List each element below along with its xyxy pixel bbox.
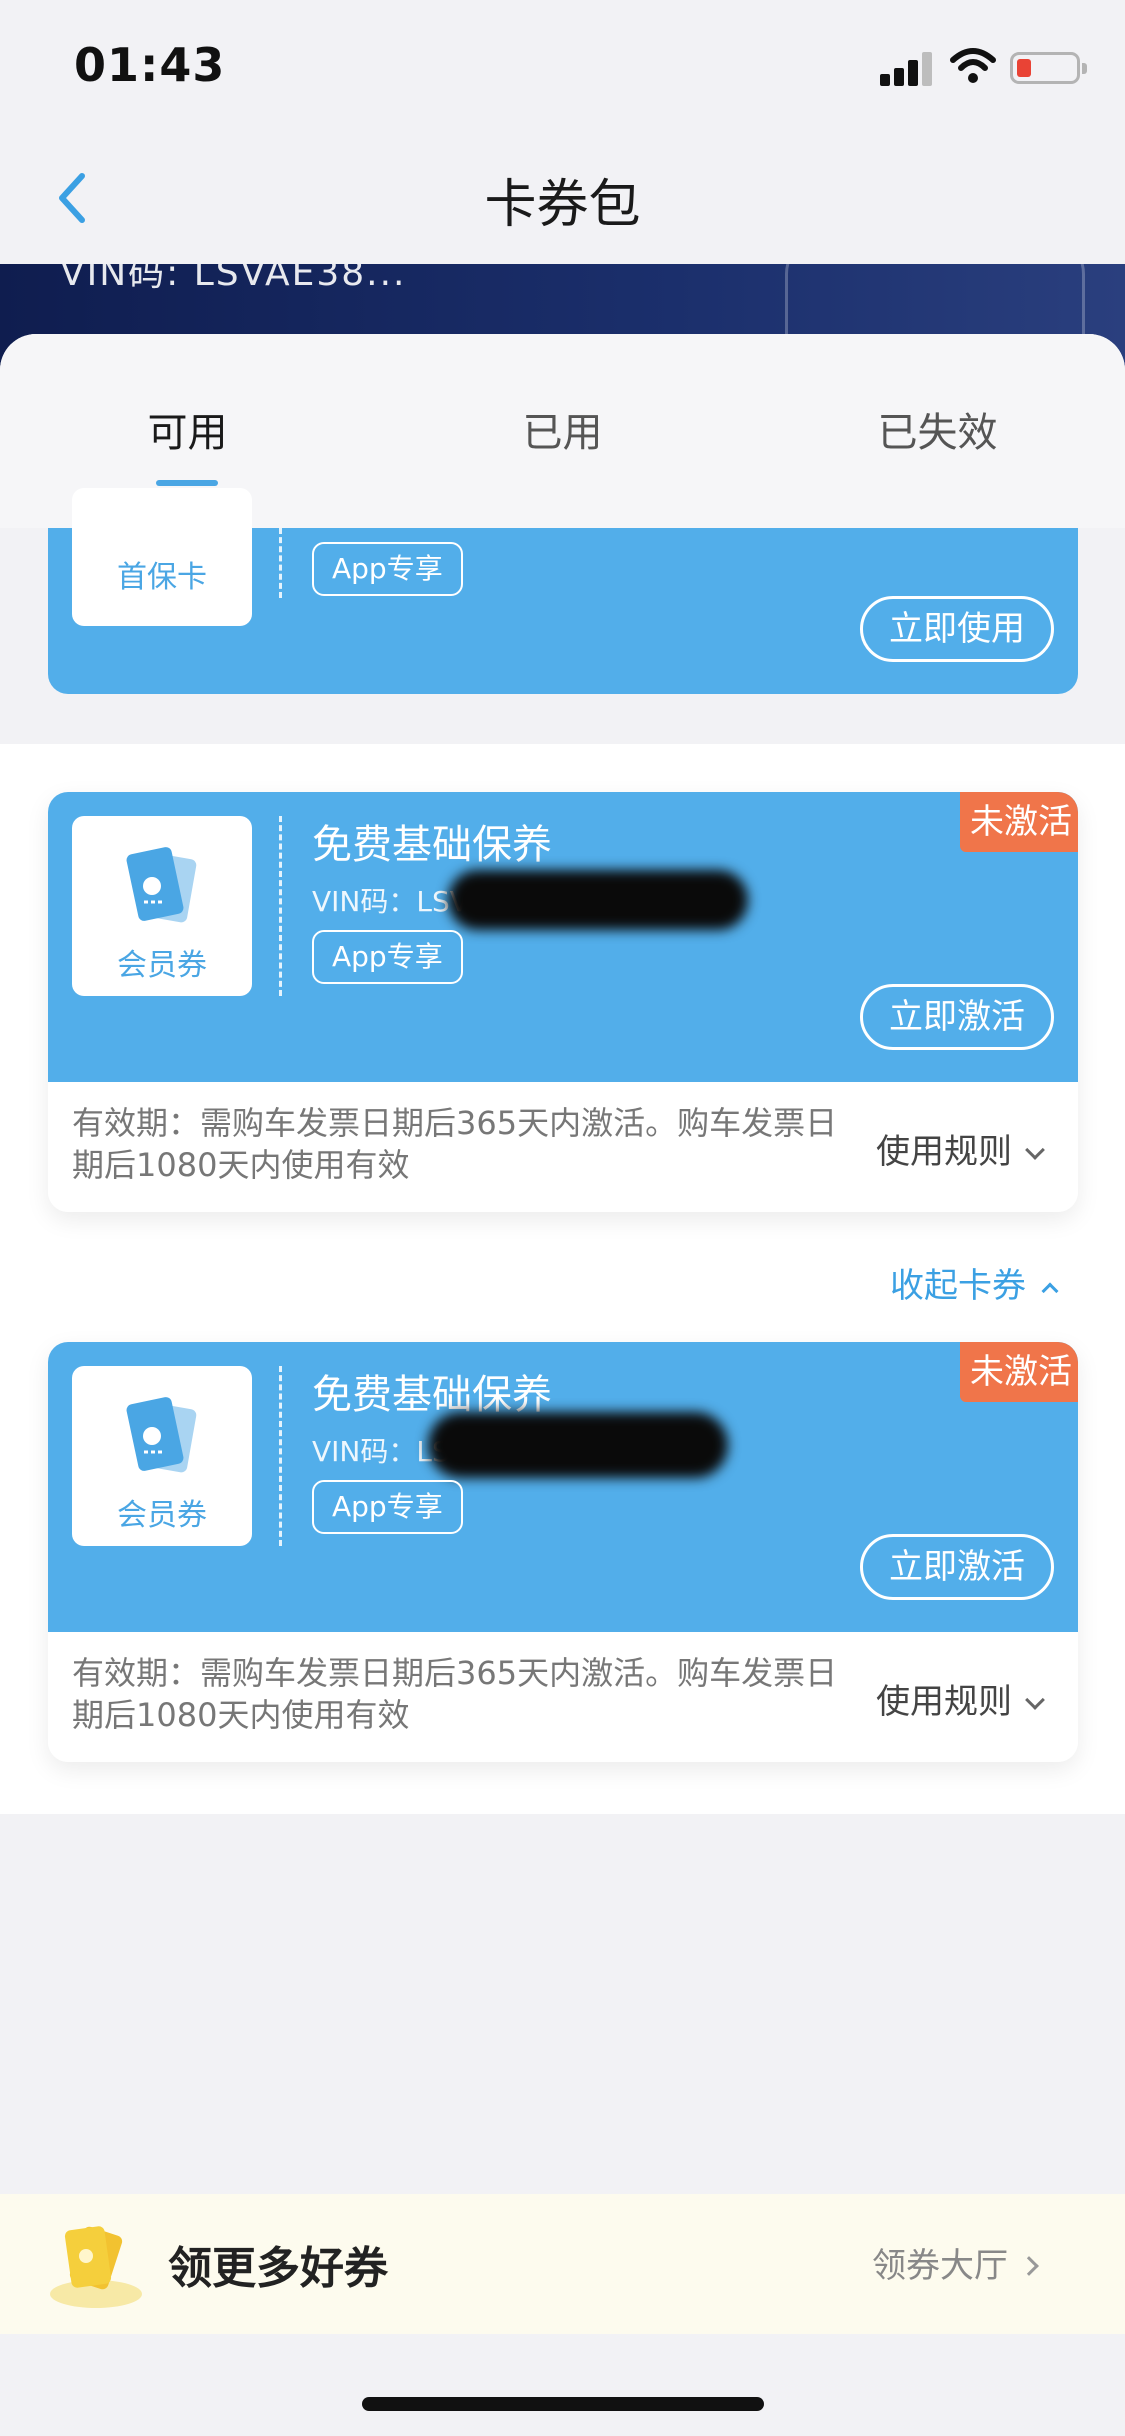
ticket-icon: [126, 847, 197, 923]
status-badge: 未激活: [960, 1342, 1078, 1402]
redaction-mark: [428, 1412, 728, 1478]
collapse-coupons-link[interactable]: 收起卡券: [890, 1258, 1059, 1307]
coupon-card-footer: 有效期：需购车发票日期后365天内激活。购车发票日期后1080天内使用有效 使用…: [48, 1632, 1078, 1762]
wifi-icon: [950, 48, 996, 83]
chevron-down-icon: [1025, 1690, 1045, 1710]
tab-expired[interactable]: 已失效: [750, 400, 1125, 458]
activate-now-button[interactable]: 立即激活: [860, 984, 1054, 1050]
coupon-card[interactable]: 未激活 会员券 免费基础保养 VIN码：LSVA App专享 立即激活 有效期：…: [48, 792, 1078, 1212]
tab-indicator: [156, 480, 218, 486]
usage-rules-label: 使用规则: [876, 1682, 1012, 1722]
coupon-card-footer: 有效期：需购车发票日期后365天内激活。购车发票日期后1080天内使用有效 使用…: [48, 1082, 1078, 1212]
coupon-icon: [50, 2226, 142, 2308]
usage-rules-label: 使用规则: [876, 1132, 1012, 1172]
coupon-icon-box: 首保卡: [72, 488, 252, 626]
validity-text: 有效期：需购车发票日期后365天内激活。购车发票日期后1080天内使用有效: [72, 1104, 838, 1184]
dashed-divider: [279, 1366, 282, 1546]
coupon-card-partial[interactable]: 首保卡 App专享 立即使用: [48, 488, 1078, 694]
coupon-hall-link[interactable]: 领券大厅: [872, 2238, 1039, 2287]
collapse-label: 收起卡券: [890, 1266, 1026, 1306]
use-now-button[interactable]: 立即使用: [860, 596, 1054, 662]
dashed-divider: [279, 816, 282, 996]
validity-text: 有效期：需购车发票日期后365天内激活。购车发票日期后1080天内使用有效: [72, 1654, 838, 1734]
app-exclusive-tag: App专享: [312, 930, 463, 984]
app-exclusive-tag: App专享: [312, 542, 463, 596]
coupon-icon-box: 会员券: [72, 1366, 252, 1546]
chevron-down-icon: [1025, 1140, 1045, 1160]
tab-available[interactable]: 可用: [0, 400, 375, 458]
status-time: 01:43: [74, 38, 226, 92]
battery-icon: [1010, 52, 1087, 84]
dashed-divider: [279, 528, 282, 598]
tab-used[interactable]: 已用: [375, 400, 750, 458]
redaction-mark: [448, 870, 748, 930]
app-exclusive-tag: App专享: [312, 1480, 463, 1534]
activate-now-button[interactable]: 立即激活: [860, 1534, 1054, 1600]
banner-vin-text: VIN码: LSVAE38...: [60, 264, 407, 294]
icon-label: 会员券: [117, 1498, 207, 1533]
chevron-up-icon: [1041, 1282, 1059, 1300]
icon-label: 首保卡: [117, 560, 207, 595]
empty-area: [0, 1814, 1125, 2194]
coupon-title: 免费基础保养: [312, 822, 552, 868]
icon-label: 会员券: [117, 948, 207, 983]
status-badge: 未激活: [960, 792, 1078, 852]
usage-rules-toggle[interactable]: 使用规则: [876, 1674, 1045, 1723]
usage-rules-toggle[interactable]: 使用规则: [876, 1124, 1045, 1173]
page-title: 卡券包: [484, 175, 641, 235]
coupon-icon-box: 会员券: [72, 816, 252, 996]
ticket-icon: [126, 1397, 197, 1473]
bottom-safe-area: [0, 2334, 1125, 2436]
home-indicator[interactable]: [362, 2397, 764, 2411]
promo-text: 领更多好券: [168, 2243, 388, 2294]
signal-icon: [880, 50, 934, 86]
coupon-card[interactable]: 未激活 会员券 免费基础保养 VIN码：LS App专享 立即激活 有效期：需购…: [48, 1342, 1078, 1762]
chevron-right-icon: [1019, 2256, 1039, 2276]
coupon-hall-label: 领券大厅: [872, 2246, 1008, 2286]
